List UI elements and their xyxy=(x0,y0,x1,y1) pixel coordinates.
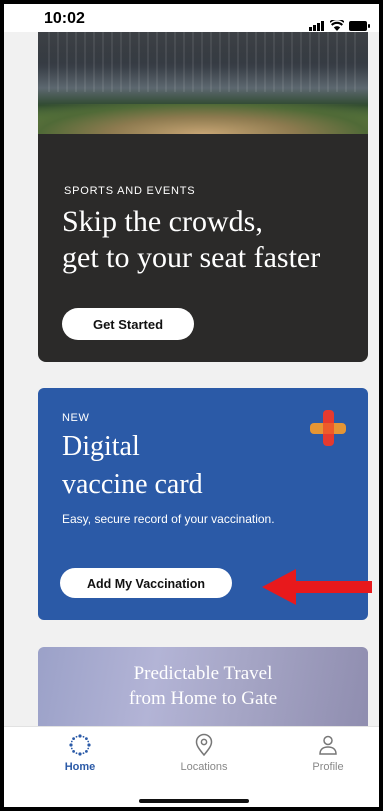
tab-label: Home xyxy=(64,761,96,773)
stadium-image xyxy=(38,32,368,134)
stadium-lights xyxy=(48,32,358,92)
card-subtitle: Easy, secure record of your vaccination. xyxy=(62,512,275,526)
tab-label: Profile xyxy=(312,761,344,773)
cellular-signal-icon xyxy=(309,13,325,31)
card-title: Skip the crowds, get to your seat faster xyxy=(62,204,362,276)
plus-cross-icon xyxy=(310,410,346,446)
card-title-line-2: vaccine card xyxy=(62,469,203,500)
card-title-line-1: Skip the crowds, xyxy=(62,205,263,238)
status-icons xyxy=(309,13,370,31)
tab-home[interactable]: Home xyxy=(40,733,120,773)
stadium-field xyxy=(38,104,368,134)
user-icon xyxy=(319,735,337,755)
card-title-line-2: from Home to Gate xyxy=(128,688,278,709)
card-eyebrow: SPORTS AND EVENTS xyxy=(64,185,196,197)
card-title-line-2: get to your seat faster xyxy=(62,241,321,274)
tab-profile[interactable]: Profile xyxy=(288,733,368,773)
new-badge: NEW xyxy=(62,412,90,424)
red-arrow-annotation xyxy=(262,569,372,605)
travel-card[interactable]: Predictable Travel from Home to Gate xyxy=(38,647,368,737)
tab-label: Locations xyxy=(180,761,228,773)
add-vaccination-button[interactable]: Add My Vaccination xyxy=(60,568,232,598)
card-title: Predictable Travel from Home to Gate xyxy=(38,661,368,711)
tab-locations[interactable]: Locations xyxy=(164,733,244,773)
status-bar: 10:02 xyxy=(4,4,379,32)
bottom-tab-bar: Home Locations Profile xyxy=(4,726,379,807)
wifi-icon xyxy=(330,20,344,31)
app-screen: 10:02 SPORTS AND EVENTS Skip the crowds,… xyxy=(0,0,383,811)
location-pin-icon xyxy=(195,733,213,757)
status-time: 10:02 xyxy=(44,10,85,27)
get-started-button[interactable]: Get Started xyxy=(62,308,194,340)
home-indicator[interactable] xyxy=(139,799,249,803)
card-title-line-1: Digital xyxy=(62,431,140,462)
sports-events-card[interactable]: SPORTS AND EVENTS Skip the crowds, get t… xyxy=(38,32,368,362)
battery-icon xyxy=(349,21,370,31)
card-title-line-1: Predictable Travel xyxy=(133,663,273,684)
card-title: Digital vaccine card xyxy=(62,428,302,504)
home-sparkle-icon xyxy=(69,734,91,756)
